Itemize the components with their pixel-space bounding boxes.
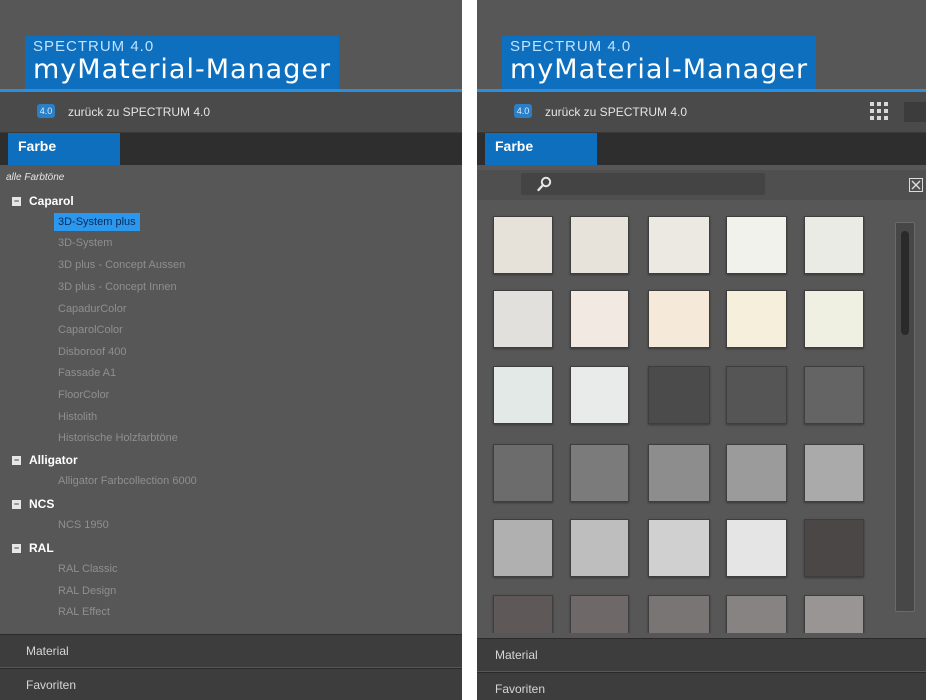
tab-farbe[interactable]: Farbe (8, 133, 120, 165)
tab-farbe[interactable]: Farbe (485, 133, 597, 165)
tree-item[interactable]: Disboroof 400 (58, 343, 127, 361)
app-title-big: myMaterial-Manager (510, 54, 809, 85)
tree-item[interactable]: RAL Design (58, 582, 116, 600)
grid-view-icon[interactable] (870, 102, 888, 120)
tree-item[interactable]: RAL Classic (58, 560, 118, 578)
app-title-small: SPECTRUM 4.0 (33, 38, 155, 55)
color-swatch[interactable] (493, 444, 553, 502)
swatch-panel: SPECTRUM 4.0 myMaterial-Manager 4.0 zurü… (477, 0, 926, 700)
section-favoriten-label: Favoriten (26, 678, 77, 692)
color-swatch[interactable] (570, 216, 629, 274)
tree-group-ral[interactable]: − RAL (12, 540, 54, 556)
collapse-icon[interactable]: − (12, 500, 21, 510)
color-swatch[interactable] (804, 216, 864, 274)
tree-all-shades[interactable]: alle Farbtöne (6, 172, 64, 183)
color-swatch[interactable] (570, 519, 629, 577)
group-label: Caparol (29, 194, 74, 208)
swatch-grid (477, 203, 926, 633)
color-swatch[interactable] (648, 444, 710, 502)
color-swatch[interactable] (570, 595, 629, 633)
tree-item[interactable]: Fassade A1 (58, 364, 116, 382)
collapse-icon[interactable]: − (12, 456, 21, 466)
collapse-icon[interactable]: − (12, 197, 21, 207)
tree-item[interactable]: RAL Effect (58, 603, 110, 621)
app-title-big: myMaterial-Manager (33, 54, 332, 85)
tree-item[interactable]: FloorColor (58, 386, 109, 404)
group-label: NCS (29, 497, 55, 511)
section-material-label: Material (26, 644, 69, 658)
color-swatch[interactable] (804, 290, 864, 348)
tab-bar: Farbe (0, 133, 462, 165)
tree-item[interactable]: Alligator Farbcollection 6000 (58, 472, 197, 490)
section-favoriten[interactable]: Favoriten (477, 672, 926, 700)
list-view-button[interactable] (904, 102, 926, 122)
back-label: zurück zu SPECTRUM 4.0 (545, 105, 688, 119)
tree-item[interactable]: 3D-System (58, 234, 112, 252)
tree-item[interactable]: 3D plus - Concept Aussen (58, 256, 185, 274)
search-bar (477, 170, 926, 200)
tree-panel: SPECTRUM 4.0 myMaterial-Manager 4.0 zurü… (0, 0, 462, 700)
color-swatch[interactable] (648, 366, 710, 424)
color-swatch[interactable] (726, 366, 787, 424)
group-label: RAL (29, 541, 54, 555)
section-favoriten-label: Favoriten (495, 682, 546, 696)
color-swatch[interactable] (804, 366, 864, 424)
color-swatch[interactable] (493, 216, 553, 274)
app-title: SPECTRUM 4.0 myMaterial-Manager (502, 36, 817, 89)
scrollbar[interactable] (895, 222, 915, 612)
group-label: Alligator (29, 453, 78, 467)
search-icon (537, 176, 552, 192)
color-swatch[interactable] (493, 595, 553, 633)
color-swatch[interactable] (726, 290, 787, 348)
color-swatch[interactable] (804, 519, 864, 577)
tree-item[interactable]: 3D plus - Concept Innen (58, 278, 177, 296)
color-tree: alle Farbtöne − Caparol 3D-System plus 3D… (0, 168, 462, 636)
color-swatch[interactable] (493, 290, 553, 348)
color-swatch[interactable] (493, 519, 553, 577)
app-header: SPECTRUM 4.0 myMaterial-Manager (0, 0, 462, 90)
section-material[interactable]: Material (0, 634, 462, 667)
tree-group-alligator[interactable]: − Alligator (12, 452, 78, 468)
back-label: zurück zu SPECTRUM 4.0 (68, 105, 211, 119)
color-swatch[interactable] (648, 290, 710, 348)
app-header: SPECTRUM 4.0 myMaterial-Manager (477, 0, 926, 90)
color-swatch[interactable] (726, 444, 787, 502)
tree-item[interactable]: CapadurColor (58, 300, 126, 318)
back-link[interactable]: 4.0 zurück zu SPECTRUM 4.0 (477, 92, 926, 133)
tree-item[interactable]: NCS 1950 (58, 516, 109, 534)
color-swatch[interactable] (493, 366, 553, 424)
app-title: SPECTRUM 4.0 myMaterial-Manager (25, 36, 340, 89)
tree-item[interactable]: Histolith (58, 408, 97, 426)
color-swatch[interactable] (726, 216, 787, 274)
app-title-small: SPECTRUM 4.0 (510, 38, 632, 55)
color-swatch[interactable] (726, 595, 787, 633)
back-link[interactable]: 4.0 zurück zu SPECTRUM 4.0 (0, 92, 462, 133)
section-material-label: Material (495, 648, 538, 662)
tab-bar: Farbe (477, 133, 926, 165)
color-swatch[interactable] (726, 519, 787, 577)
tree-item[interactable]: Historische Holzfarbtöne (58, 429, 178, 447)
color-swatch[interactable] (648, 595, 710, 633)
color-swatch[interactable] (570, 444, 629, 502)
section-material[interactable]: Material (477, 638, 926, 671)
tree-item[interactable]: CaparolColor (58, 321, 123, 339)
color-swatch[interactable] (570, 366, 629, 424)
color-swatch[interactable] (648, 216, 710, 274)
tree-item[interactable]: 3D-System plus (54, 213, 140, 231)
color-swatch[interactable] (648, 519, 710, 577)
color-swatch[interactable] (804, 444, 864, 502)
search-input[interactable] (521, 173, 765, 195)
tree-group-ncs[interactable]: − NCS (12, 496, 54, 512)
scrollbar-thumb[interactable] (901, 231, 909, 335)
spectrum-icon: 4.0 (514, 104, 532, 118)
tree-group-caparol[interactable]: − Caparol (12, 193, 74, 209)
color-swatch[interactable] (570, 290, 629, 348)
close-icon[interactable] (909, 178, 923, 192)
spectrum-icon: 4.0 (37, 104, 55, 118)
color-swatch[interactable] (804, 595, 864, 633)
section-favoriten[interactable]: Favoriten (0, 668, 462, 700)
collapse-icon[interactable]: − (12, 544, 21, 554)
